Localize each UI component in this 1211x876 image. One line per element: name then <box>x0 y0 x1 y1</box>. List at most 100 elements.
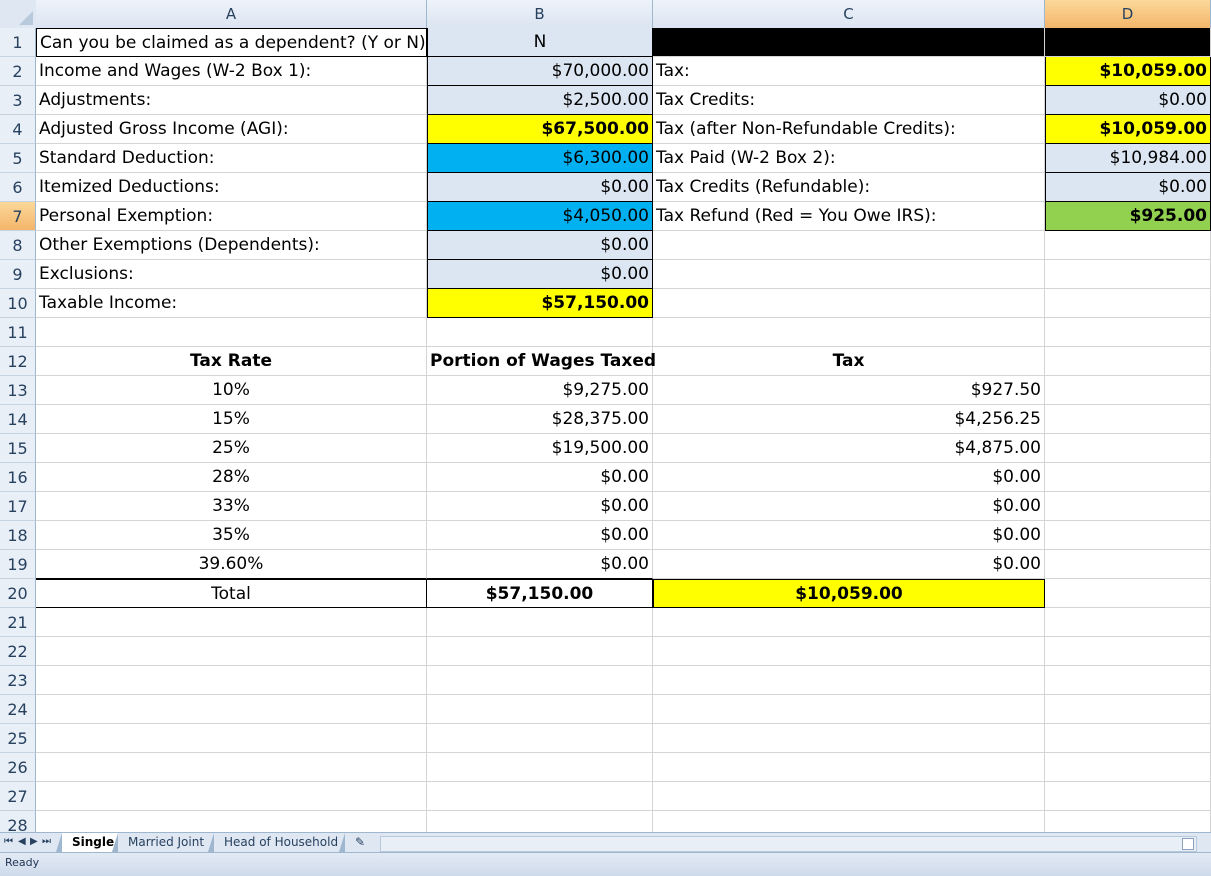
select-all-corner[interactable] <box>0 0 37 28</box>
cell-a25[interactable] <box>36 724 427 753</box>
cell-a14[interactable]: 15% <box>36 405 427 434</box>
cell-c19[interactable]: $0.00 <box>653 550 1045 579</box>
row-header-17[interactable]: 17 <box>0 492 36 521</box>
column-header-b[interactable]: B <box>427 0 653 28</box>
cell-b6[interactable]: $0.00 <box>427 173 653 202</box>
row-header-4[interactable]: 4 <box>0 115 36 144</box>
cell-a3[interactable]: Adjustments: <box>36 86 427 115</box>
cell-a11[interactable] <box>36 318 427 347</box>
cell-a8[interactable]: Other Exemptions (Dependents): <box>36 231 427 260</box>
cell-a9[interactable]: Exclusions: <box>36 260 427 289</box>
cell-d17[interactable] <box>1045 492 1211 521</box>
cell-c9[interactable] <box>653 260 1045 289</box>
cell-d18[interactable] <box>1045 521 1211 550</box>
cell-d6[interactable]: $0.00 <box>1045 173 1211 202</box>
cell-a7[interactable]: Personal Exemption: <box>36 202 427 231</box>
cell-d9[interactable] <box>1045 260 1211 289</box>
row-header-18[interactable]: 18 <box>0 521 36 550</box>
cell-a26[interactable] <box>36 753 427 782</box>
cell-b27[interactable] <box>427 782 653 811</box>
cell-b14[interactable]: $28,375.00 <box>427 405 653 434</box>
cell-b20[interactable]: $57,150.00 <box>427 579 653 608</box>
cell-b25[interactable] <box>427 724 653 753</box>
cell-c13[interactable]: $927.50 <box>653 376 1045 405</box>
cell-a28[interactable] <box>36 811 427 832</box>
row-header-23[interactable]: 23 <box>0 666 36 695</box>
first-sheet-icon[interactable]: ⏮ <box>4 836 13 847</box>
cell-d14[interactable] <box>1045 405 1211 434</box>
cell-c7[interactable]: Tax Refund (Red = You Owe IRS): <box>653 202 1045 231</box>
cell-d7[interactable]: $925.00 <box>1045 202 1211 231</box>
row-header-2[interactable]: 2 <box>0 57 36 86</box>
cell-b3[interactable]: $2,500.00 <box>427 86 653 115</box>
cell-b23[interactable] <box>427 666 653 695</box>
cell-a17[interactable]: 33% <box>36 492 427 521</box>
cell-c28[interactable] <box>653 811 1045 832</box>
cell-b18[interactable]: $0.00 <box>427 521 653 550</box>
cell-d22[interactable] <box>1045 637 1211 666</box>
row-header-12[interactable]: 12 <box>0 347 36 376</box>
cell-d3[interactable]: $0.00 <box>1045 86 1211 115</box>
cell-c6[interactable]: Tax Credits (Refundable): <box>653 173 1045 202</box>
prev-sheet-icon[interactable]: ◀ <box>18 836 26 847</box>
cell-d27[interactable] <box>1045 782 1211 811</box>
row-header-8[interactable]: 8 <box>0 231 36 260</box>
row-header-1[interactable]: 1 <box>0 28 36 57</box>
row-header-21[interactable]: 21 <box>0 608 36 637</box>
row-header-22[interactable]: 22 <box>0 637 36 666</box>
row-header-5[interactable]: 5 <box>0 144 36 173</box>
cell-c21[interactable] <box>653 608 1045 637</box>
cell-d2[interactable]: $10,059.00 <box>1045 57 1211 86</box>
cell-d23[interactable] <box>1045 666 1211 695</box>
cell-a4[interactable]: Adjusted Gross Income (AGI): <box>36 115 427 144</box>
cell-a12[interactable]: Tax Rate <box>36 347 427 376</box>
cell-d21[interactable] <box>1045 608 1211 637</box>
row-header-11[interactable]: 11 <box>0 318 36 347</box>
cell-a27[interactable] <box>36 782 427 811</box>
column-header-c[interactable]: C <box>653 0 1045 28</box>
cell-d24[interactable] <box>1045 695 1211 724</box>
cell-a19[interactable]: 39.60% <box>36 550 427 579</box>
cell-d11[interactable] <box>1045 318 1211 347</box>
row-header-14[interactable]: 14 <box>0 405 36 434</box>
row-header-13[interactable]: 13 <box>0 376 36 405</box>
cell-b21[interactable] <box>427 608 653 637</box>
cell-a6[interactable]: Itemized Deductions: <box>36 173 427 202</box>
column-header-a[interactable]: A <box>36 0 427 28</box>
cell-b28[interactable] <box>427 811 653 832</box>
cell-a21[interactable] <box>36 608 427 637</box>
spreadsheet-grid[interactable]: A B C D 1 2 3 4 5 6 7 8 9 10 11 12 13 14 15 16 17 18 19 20 2… <box>0 0 1211 832</box>
cell-c1[interactable] <box>653 28 1045 57</box>
cell-c2[interactable]: Tax: <box>653 57 1045 86</box>
row-header-26[interactable]: 26 <box>0 753 36 782</box>
cell-b22[interactable] <box>427 637 653 666</box>
cell-b8[interactable]: $0.00 <box>427 231 653 260</box>
row-header-20[interactable]: 20 <box>0 579 36 608</box>
cell-a5[interactable]: Standard Deduction: <box>36 144 427 173</box>
cell-b7[interactable]: $4,050.00 <box>427 202 653 231</box>
scrollbar-thumb[interactable] <box>1182 838 1194 850</box>
cell-d10[interactable] <box>1045 289 1211 318</box>
cell-b9[interactable]: $0.00 <box>427 260 653 289</box>
cell-c14[interactable]: $4,256.25 <box>653 405 1045 434</box>
row-header-25[interactable]: 25 <box>0 724 36 753</box>
cell-c26[interactable] <box>653 753 1045 782</box>
row-header-24[interactable]: 24 <box>0 695 36 724</box>
cell-c15[interactable]: $4,875.00 <box>653 434 1045 463</box>
row-header-9[interactable]: 9 <box>0 260 36 289</box>
cell-a16[interactable]: 28% <box>36 463 427 492</box>
row-header-16[interactable]: 16 <box>0 463 36 492</box>
row-header-27[interactable]: 27 <box>0 782 36 811</box>
cell-a13[interactable]: 10% <box>36 376 427 405</box>
cell-d12[interactable] <box>1045 347 1211 376</box>
row-header-10[interactable]: 10 <box>0 289 36 318</box>
last-sheet-icon[interactable]: ⏭ <box>42 836 51 847</box>
tab-married-joint[interactable]: Married Joint <box>111 833 215 853</box>
cell-b24[interactable] <box>427 695 653 724</box>
row-header-7[interactable]: 7 <box>0 202 36 231</box>
cell-d15[interactable] <box>1045 434 1211 463</box>
cell-a1[interactable]: Can you be claimed as a dependent? (Y or… <box>36 28 427 57</box>
cell-b11[interactable] <box>427 318 653 347</box>
cell-d28[interactable] <box>1045 811 1211 832</box>
cell-b2[interactable]: $70,000.00 <box>427 57 653 86</box>
